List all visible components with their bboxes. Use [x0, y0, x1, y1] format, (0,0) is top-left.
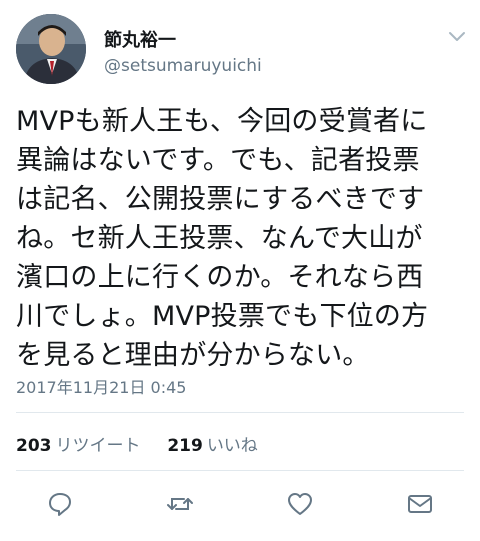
- retweet-icon[interactable]: [166, 490, 194, 518]
- retweets-stat[interactable]: 203 リツイート: [16, 436, 146, 456]
- avatar-photo: [16, 14, 86, 84]
- reply-icon[interactable]: [46, 490, 74, 518]
- author-name[interactable]: 節丸裕一: [104, 26, 176, 52]
- divider: [16, 412, 464, 413]
- tweet-timestamp[interactable]: 2017年11月21日 0:45: [16, 374, 186, 398]
- tweet-actions: [0, 484, 480, 524]
- tweet-stats: 203 リツイート 219 いいね: [16, 431, 258, 456]
- tweet-text: MVPも新人王も、今回の受賞者に 異論はないです。でも、記者投票 は記名、公開投…: [16, 106, 429, 371]
- chevron-down-icon[interactable]: [448, 28, 466, 41]
- likes-stat[interactable]: 219 いいね: [167, 436, 258, 456]
- avatar[interactable]: [16, 14, 86, 84]
- likes-count: 219: [167, 436, 203, 456]
- tweet-header: 節丸裕一 @setsumaruyuichi: [0, 0, 480, 100]
- likes-label: いいね: [206, 436, 258, 456]
- retweets-count: 203: [16, 436, 52, 456]
- retweets-label: リツイート: [55, 436, 141, 456]
- divider: [16, 470, 464, 471]
- heart-icon[interactable]: [286, 490, 314, 518]
- envelope-icon[interactable]: [406, 490, 434, 518]
- author-handle[interactable]: @setsumaruyuichi: [104, 56, 262, 76]
